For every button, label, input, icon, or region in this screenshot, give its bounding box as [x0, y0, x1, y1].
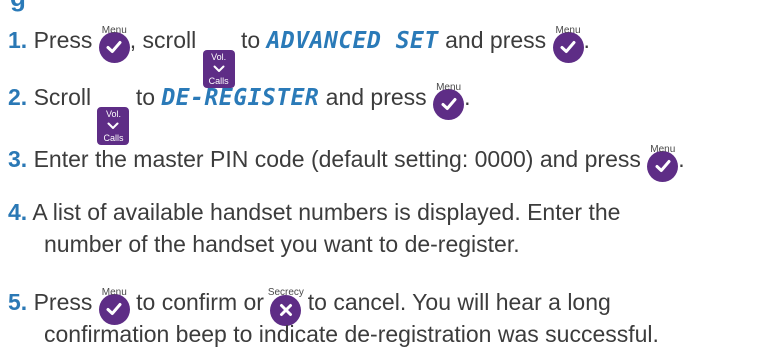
- menu-key-caption: Menu: [101, 287, 127, 298]
- menu-key: Menu: [647, 144, 679, 184]
- step-number: 4.: [8, 199, 28, 225]
- menu-key: Menu: [98, 25, 130, 65]
- step-number: 1.: [8, 27, 28, 53]
- step-text: Enter the master PIN code (default setti…: [33, 146, 641, 172]
- step-text: Press: [33, 289, 93, 315]
- menu-key-caption: Menu: [555, 25, 581, 36]
- menu-key-caption: Menu: [436, 82, 462, 93]
- step-text: and press: [445, 27, 547, 53]
- vol-calls-key: Vol. Calls: [97, 107, 130, 145]
- lcd-menu-item: ADVANCED SET: [266, 28, 439, 54]
- vol-key-label: Vol.: [105, 109, 121, 119]
- step-text: Scroll: [33, 84, 92, 110]
- step-text: to: [241, 27, 261, 53]
- step-text: A list of available handset numbers is d…: [32, 199, 621, 225]
- step-text: , scroll: [129, 27, 197, 53]
- step-4-continuation: number of the handset you want to de-reg…: [44, 231, 520, 257]
- chevron-down-icon: [107, 122, 119, 129]
- step-number: 5.: [8, 289, 28, 315]
- step-4: 4. A list of available handset numbers i…: [8, 195, 620, 229]
- step-text: Press: [33, 27, 93, 53]
- step-3: 3. Enter the master PIN code (default se…: [8, 142, 685, 184]
- step-number: 2.: [8, 84, 28, 110]
- step-1: 1. Press Menu , scroll Vol. Calls to ADV…: [8, 23, 590, 88]
- step-number: 3.: [8, 146, 28, 172]
- vol-key-label: Vol.: [211, 52, 227, 62]
- step-text: to: [135, 84, 156, 110]
- step-5-continuation: confirmation beep to indicate de-registr…: [44, 321, 659, 347]
- lcd-menu-item: DE-REGISTER: [161, 85, 320, 111]
- menu-key-caption: Menu: [101, 25, 127, 36]
- step-text: and press: [325, 84, 427, 110]
- section-heading-fragment: g: [10, 0, 26, 13]
- chevron-down-icon: [213, 65, 225, 72]
- secrecy-key-caption: Secrecy: [267, 287, 304, 298]
- step-text: to cancel. You will hear a long: [307, 289, 611, 315]
- menu-key: Menu: [433, 82, 465, 122]
- menu-key-caption: Menu: [650, 144, 676, 155]
- step-text: to confirm or: [136, 289, 264, 315]
- menu-key: Menu: [552, 25, 584, 65]
- step-2: 2. Scroll Vol. Calls to DE-REGISTER and …: [8, 80, 470, 145]
